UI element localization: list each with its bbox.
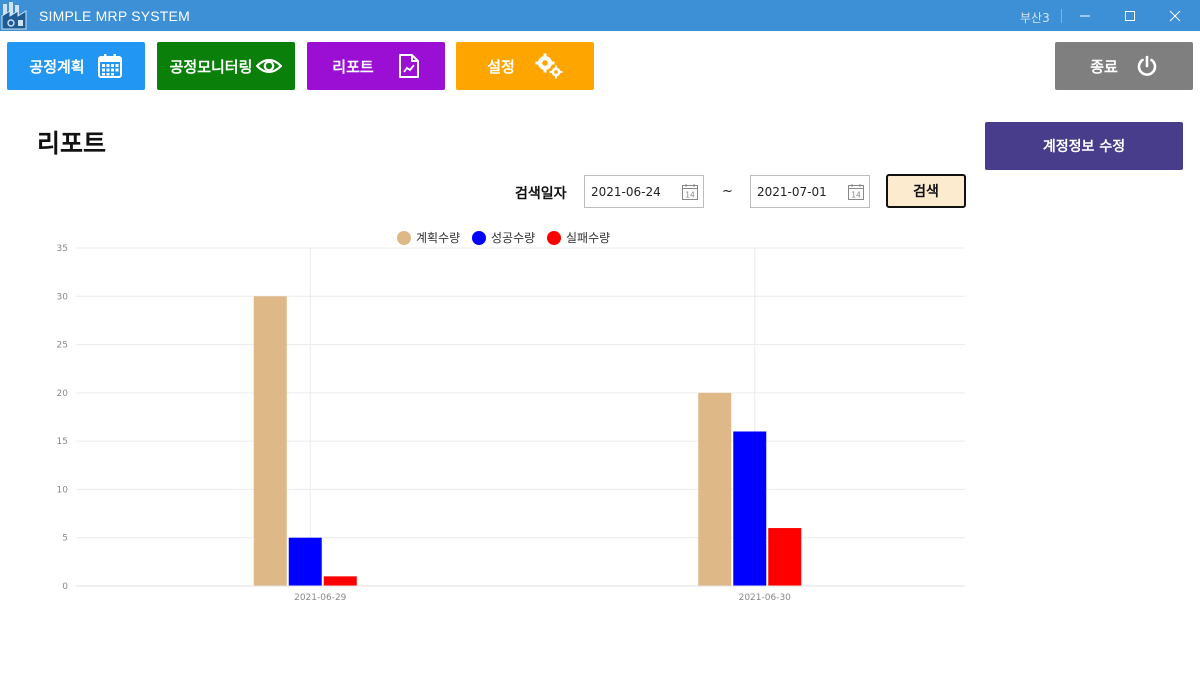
- end-date-input[interactable]: [751, 176, 847, 207]
- power-icon: [1137, 55, 1157, 76]
- report-file-icon: [398, 54, 419, 78]
- plan-button-label: 공정계획: [29, 57, 85, 76]
- search-date-label: 검색일자: [515, 186, 567, 202]
- x-tick-label: 2021-06-30: [739, 593, 792, 603]
- legend-marker: [472, 231, 486, 245]
- title-bar: SIMPLE MRP SYSTEM 부산3: [0, 0, 1200, 31]
- x-tick-label: 2021-06-29: [294, 593, 347, 603]
- close-button[interactable]: [1152, 0, 1198, 31]
- page-title: 리포트: [37, 129, 107, 158]
- y-tick-label: 30: [57, 292, 69, 302]
- monitor-button-label: 공정모니터링: [169, 57, 253, 76]
- legend-marker: [397, 231, 411, 245]
- eye-icon: [256, 58, 283, 74]
- plan-button[interactable]: 공정계획: [7, 42, 145, 90]
- y-tick-label: 15: [57, 437, 68, 447]
- bar-3-2021-06-29: [323, 576, 357, 586]
- maximize-button[interactable]: [1107, 0, 1153, 31]
- calendar-day-text: 14: [851, 191, 861, 200]
- date-range-separator: ~: [722, 184, 733, 199]
- bar-1-2021-06-30: [698, 392, 732, 586]
- legend-label: 실패수량: [566, 231, 610, 245]
- exit-button[interactable]: 종료: [1055, 42, 1193, 90]
- factory-icon: [1, 2, 27, 30]
- legend-label: 성공수량: [491, 231, 535, 245]
- maximize-icon: [1125, 10, 1135, 21]
- edit-account-button[interactable]: 계정정보 수정: [985, 122, 1183, 170]
- bar-2-2021-06-30: [733, 431, 767, 586]
- legend-label: 계획수량: [416, 231, 460, 245]
- gears-icon: [535, 53, 563, 79]
- y-tick-label: 20: [57, 389, 69, 399]
- report-button-label: 리포트: [332, 57, 374, 76]
- bar-1-2021-06-29: [253, 296, 287, 586]
- close-icon: [1169, 10, 1181, 21]
- calendar-icon: [97, 54, 122, 78]
- calendar-icon[interactable]: 14: [681, 183, 699, 201]
- exit-button-label: 종료: [1090, 57, 1118, 76]
- minimize-button[interactable]: [1062, 0, 1108, 31]
- start-date-input[interactable]: [585, 176, 681, 207]
- report-chart: 0 5 10 15 20 25 30 35 2021-06-29 2021-06-30 계획수량 성공…: [40, 226, 980, 616]
- bar-2-2021-06-29: [288, 537, 322, 586]
- start-date-picker[interactable]: 14: [584, 175, 704, 208]
- bar-3-2021-06-30: [768, 528, 802, 586]
- app-title: SIMPLE MRP SYSTEM: [39, 8, 190, 24]
- minimize-icon: [1080, 15, 1090, 16]
- end-date-picker[interactable]: 14: [750, 175, 870, 208]
- y-tick-label: 35: [57, 244, 68, 254]
- user-name: 부산3: [1020, 11, 1050, 25]
- search-button[interactable]: 검색: [886, 174, 966, 208]
- setting-button-label: 설정: [487, 57, 515, 76]
- report-button[interactable]: 리포트: [307, 42, 445, 90]
- calendar-icon[interactable]: 14: [847, 183, 865, 201]
- setting-button[interactable]: 설정: [456, 42, 594, 90]
- monitor-button[interactable]: 공정모니터링: [157, 42, 295, 90]
- legend-marker: [547, 231, 561, 245]
- bar-chart: 0 5 10 15 20 25 30 35 2021-06-29 2021-06-30 계획수량 성공…: [57, 231, 965, 603]
- calendar-day-text: 14: [685, 191, 695, 200]
- y-tick-label: 25: [57, 341, 68, 351]
- y-tick-label: 5: [62, 534, 68, 544]
- y-tick-label: 10: [57, 485, 69, 495]
- y-tick-label: 0: [62, 582, 68, 592]
